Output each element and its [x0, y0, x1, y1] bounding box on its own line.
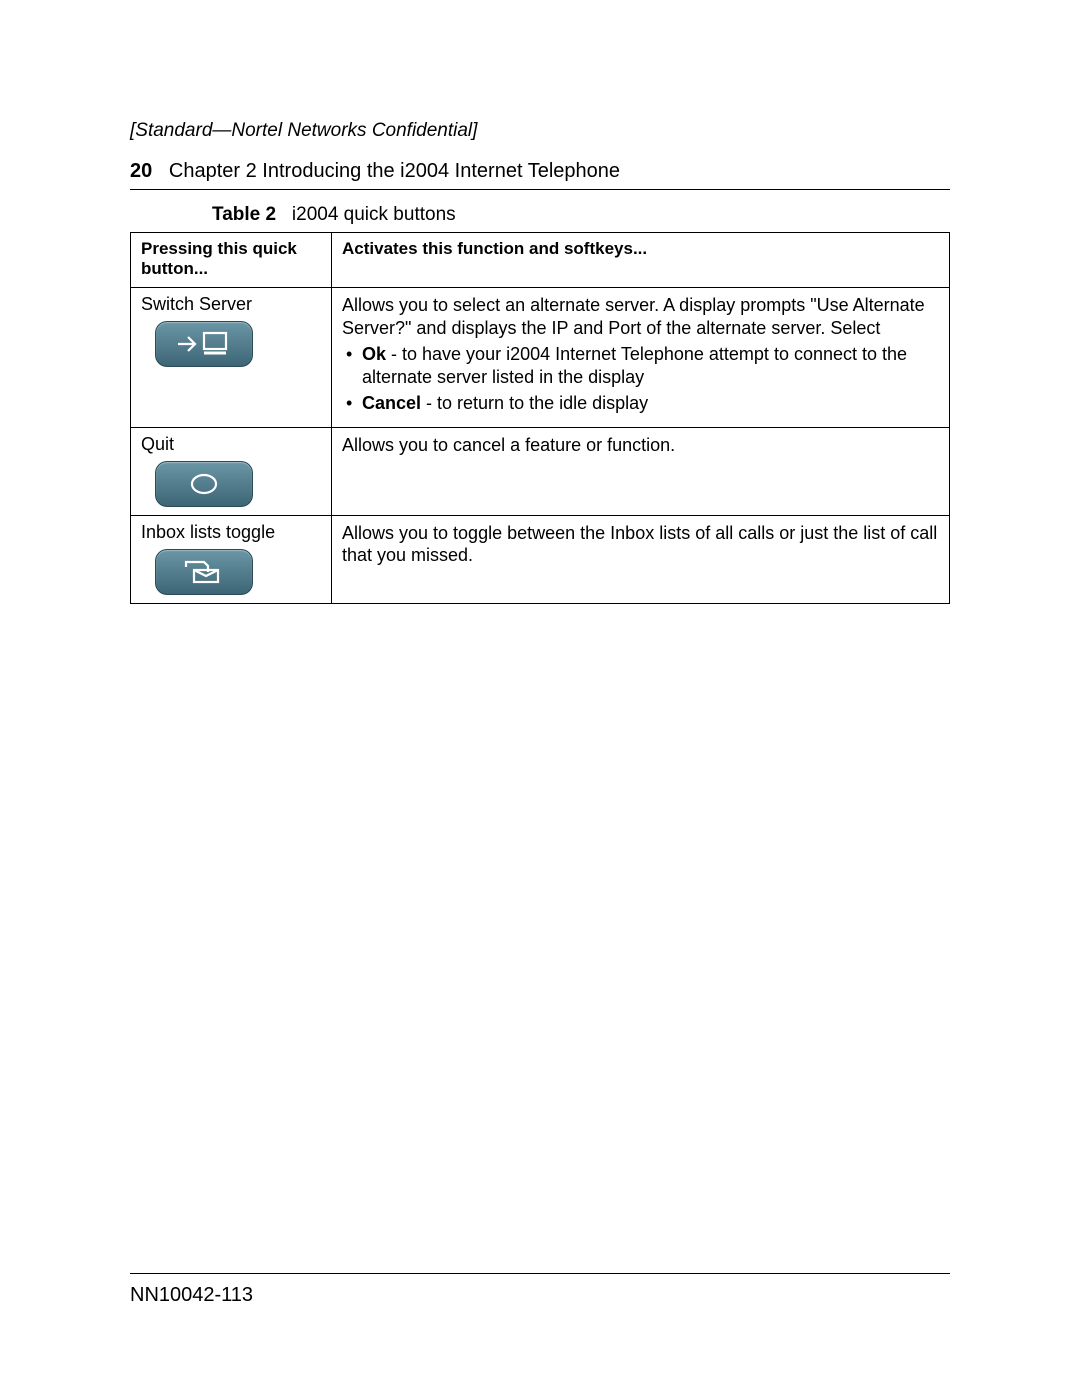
row-description: Allows you to cancel a feature or functi… — [342, 434, 939, 457]
table-caption-label: Table 2 — [212, 204, 276, 225]
button-name: Quit — [141, 434, 321, 455]
button-name: Inbox lists toggle — [141, 522, 321, 543]
quick-buttons-table: Pressing this quick button... Activates … — [130, 232, 950, 604]
inbox-toggle-icon — [155, 549, 253, 595]
page-number: 20 — [130, 160, 152, 182]
table-row: Switch Server — [131, 288, 950, 428]
row-description: Allows you to select an alternate server… — [342, 294, 939, 339]
table-header-col1: Pressing this quick button... — [131, 233, 332, 288]
table-header-col2: Activates this function and softkeys... — [332, 233, 950, 288]
quit-icon — [155, 461, 253, 507]
document-page: [Standard—Nortel Networks Confidential] … — [0, 0, 1080, 1397]
page-footer: NN10042-113 — [130, 1273, 950, 1307]
button-name: Switch Server — [141, 294, 321, 315]
list-item: Cancel - to return to the idle display — [362, 392, 939, 415]
bullet-list: Ok - to have your i2004 Internet Telepho… — [342, 343, 939, 415]
chapter-title: Chapter 2 Introducing the i2004 Internet… — [169, 160, 620, 182]
footer-rule — [130, 1273, 950, 1274]
table-caption-text: i2004 quick buttons — [292, 204, 456, 225]
table-row: Quit Allows you to cancel a feature or f… — [131, 427, 950, 515]
document-number: NN10042-113 — [130, 1284, 950, 1307]
row-description: Allows you to toggle between the Inbox l… — [342, 522, 939, 567]
table-row: Inbox lists toggle — [131, 515, 950, 603]
list-item: Ok - to have your i2004 Internet Telepho… — [362, 343, 939, 388]
confidential-notice: [Standard—Nortel Networks Confidential] — [130, 120, 950, 142]
page-header: 20 Chapter 2 Introducing the i2004 Inter… — [130, 160, 950, 183]
switch-server-icon — [155, 321, 253, 367]
header-rule — [130, 189, 950, 190]
table-caption: Table 2 i2004 quick buttons — [212, 204, 950, 226]
